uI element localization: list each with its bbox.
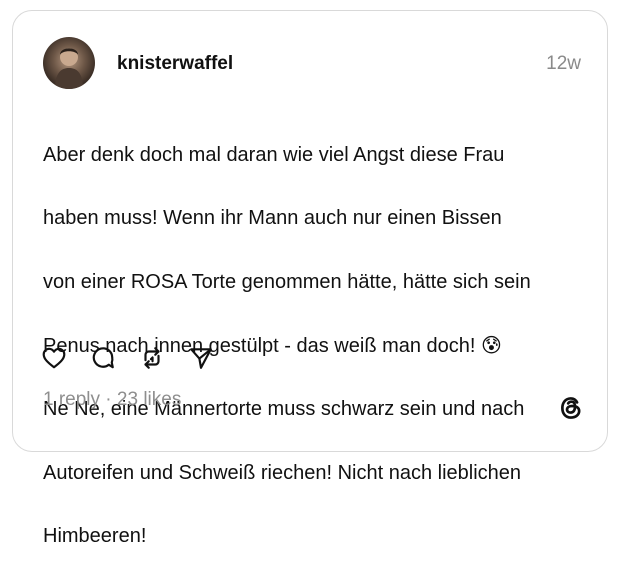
avatar-image: [55, 48, 83, 89]
post-text-line: Autoreifen und Schweiß riechen! Nicht na…: [43, 461, 522, 484]
heart-icon: [42, 347, 66, 369]
action-bar: [41, 344, 214, 372]
repost-icon: [144, 347, 160, 369]
send-icon: [190, 348, 212, 369]
like-button[interactable]: [41, 345, 67, 371]
post-text-line: Himbeeren!: [43, 525, 147, 548]
post-stats[interactable]: 1 reply · 23 likes: [43, 389, 181, 411]
post-text-line: haben muss! Wenn ihr Mann auch nur einen…: [43, 207, 502, 230]
timestamp: 12w: [546, 53, 581, 74]
post-text-line: von einer ROSA Torte genommen hätte, hät…: [43, 270, 531, 293]
post-text-line: Aber denk doch mal daran wie viel Angst …: [43, 143, 505, 166]
avatar[interactable]: [43, 37, 95, 89]
threads-logo-icon: [561, 397, 581, 419]
share-button[interactable]: [188, 345, 214, 371]
repost-button[interactable]: [139, 345, 165, 371]
post-card: knisterwaffel 12w Aber denk doch mal dar…: [12, 10, 608, 547]
reply-button[interactable]: [90, 345, 116, 371]
username[interactable]: knisterwaffel: [117, 53, 233, 75]
comment-icon: [92, 347, 114, 369]
